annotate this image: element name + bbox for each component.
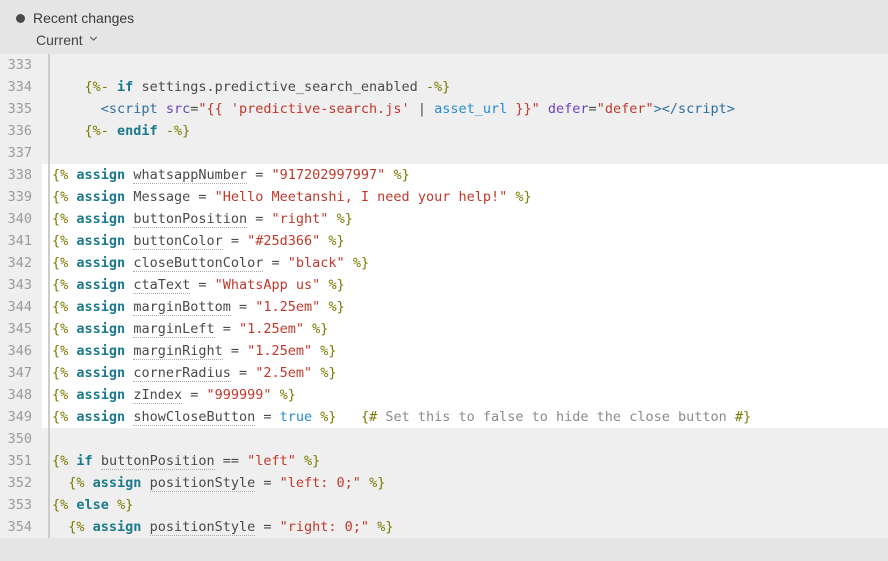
line-number: 349 bbox=[0, 406, 42, 428]
line-number: 348 bbox=[0, 384, 42, 406]
line-number: 337 bbox=[0, 142, 42, 164]
code-line[interactable]: 337 bbox=[0, 142, 888, 164]
code-content[interactable]: {% assign whatsappNumber = "917202997997… bbox=[42, 164, 888, 186]
line-number: 344 bbox=[0, 296, 42, 318]
code-line[interactable]: 350 bbox=[0, 428, 888, 450]
code-content[interactable]: {% assign zIndex = "999999" %} bbox=[42, 384, 888, 406]
code-line[interactable]: 338{% assign whatsappNumber = "917202997… bbox=[0, 164, 888, 186]
dropdown-label: Current bbox=[36, 32, 83, 48]
code-line[interactable]: 346{% assign marginRight = "1.25em" %} bbox=[0, 340, 888, 362]
line-number: 336 bbox=[0, 120, 42, 142]
line-number: 354 bbox=[0, 516, 42, 538]
code-line[interactable]: 341{% assign buttonColor = "#25d366" %} bbox=[0, 230, 888, 252]
code-line[interactable]: 352 {% assign positionStyle = "left: 0;"… bbox=[0, 472, 888, 494]
code-line[interactable]: 339{% assign Message = "Hello Meetanshi,… bbox=[0, 186, 888, 208]
line-number: 351 bbox=[0, 450, 42, 472]
line-number: 338 bbox=[0, 164, 42, 186]
code-line[interactable]: 333 bbox=[0, 54, 888, 76]
line-number: 340 bbox=[0, 208, 42, 230]
recent-changes-panel: Recent changes Current bbox=[0, 0, 888, 54]
code-content[interactable]: {%- endif -%} bbox=[42, 120, 888, 142]
code-line[interactable]: 353{% else %} bbox=[0, 494, 888, 516]
chevron-down-icon bbox=[87, 32, 100, 48]
gutter-divider bbox=[48, 54, 50, 538]
line-number: 335 bbox=[0, 98, 42, 120]
line-number: 341 bbox=[0, 230, 42, 252]
code-line[interactable]: 347{% assign cornerRadius = "2.5em" %} bbox=[0, 362, 888, 384]
code-content[interactable]: {% else %} bbox=[42, 494, 888, 516]
code-content[interactable]: {% assign positionStyle = "right: 0;" %} bbox=[42, 516, 888, 538]
code-content[interactable] bbox=[42, 428, 888, 450]
code-content[interactable]: {% assign positionStyle = "left: 0;" %} bbox=[42, 472, 888, 494]
code-content[interactable]: {% assign marginLeft = "1.25em" %} bbox=[42, 318, 888, 340]
code-content[interactable]: {%- if settings.predictive_search_enable… bbox=[42, 76, 888, 98]
code-content[interactable]: {% assign marginRight = "1.25em" %} bbox=[42, 340, 888, 362]
code-line[interactable]: 334 {%- if settings.predictive_search_en… bbox=[0, 76, 888, 98]
code-line[interactable]: 335 <script src="{{ 'predictive-search.j… bbox=[0, 98, 888, 120]
line-number: 353 bbox=[0, 494, 42, 516]
code-content[interactable]: {% assign closeButtonColor = "black" %} bbox=[42, 252, 888, 274]
code-line[interactable]: 344{% assign marginBottom = "1.25em" %} bbox=[0, 296, 888, 318]
code-line[interactable]: 343{% assign ctaText = "WhatsApp us" %} bbox=[0, 274, 888, 296]
line-number: 339 bbox=[0, 186, 42, 208]
code-content[interactable]: {% assign marginBottom = "1.25em" %} bbox=[42, 296, 888, 318]
code-content[interactable]: <script src="{{ 'predictive-search.js' |… bbox=[42, 98, 888, 120]
code-content[interactable]: {% assign buttonColor = "#25d366" %} bbox=[42, 230, 888, 252]
code-line[interactable]: 349{% assign showCloseButton = true %} {… bbox=[0, 406, 888, 428]
code-line[interactable]: 354 {% assign positionStyle = "right: 0;… bbox=[0, 516, 888, 538]
unsaved-dot-icon bbox=[16, 14, 25, 23]
code-line[interactable]: 351{% if buttonPosition == "left" %} bbox=[0, 450, 888, 472]
line-number: 333 bbox=[0, 54, 42, 76]
panel-title: Recent changes bbox=[33, 10, 134, 26]
line-number: 345 bbox=[0, 318, 42, 340]
code-content[interactable]: {% assign ctaText = "WhatsApp us" %} bbox=[42, 274, 888, 296]
line-number: 343 bbox=[0, 274, 42, 296]
code-line[interactable]: 340{% assign buttonPosition = "right" %} bbox=[0, 208, 888, 230]
code-content[interactable] bbox=[42, 54, 888, 76]
code-content[interactable]: {% if buttonPosition == "left" %} bbox=[42, 450, 888, 472]
code-content[interactable] bbox=[42, 142, 888, 164]
line-number: 350 bbox=[0, 428, 42, 450]
code-line[interactable]: 348{% assign zIndex = "999999" %} bbox=[0, 384, 888, 406]
line-number: 347 bbox=[0, 362, 42, 384]
panel-header: Recent changes bbox=[8, 6, 880, 30]
line-number: 346 bbox=[0, 340, 42, 362]
code-editor[interactable]: 333334 {%- if settings.predictive_search… bbox=[0, 54, 888, 538]
line-number: 334 bbox=[0, 76, 42, 98]
code-line[interactable]: 336 {%- endif -%} bbox=[0, 120, 888, 142]
code-content[interactable]: {% assign buttonPosition = "right" %} bbox=[42, 208, 888, 230]
code-line[interactable]: 345{% assign marginLeft = "1.25em" %} bbox=[0, 318, 888, 340]
line-number: 342 bbox=[0, 252, 42, 274]
code-content[interactable]: {% assign cornerRadius = "2.5em" %} bbox=[42, 362, 888, 384]
code-line[interactable]: 342{% assign closeButtonColor = "black" … bbox=[0, 252, 888, 274]
line-number: 352 bbox=[0, 472, 42, 494]
version-dropdown[interactable]: Current bbox=[8, 30, 880, 54]
code-content[interactable]: {% assign Message = "Hello Meetanshi, I … bbox=[42, 186, 888, 208]
code-content[interactable]: {% assign showCloseButton = true %} {# S… bbox=[42, 406, 888, 428]
